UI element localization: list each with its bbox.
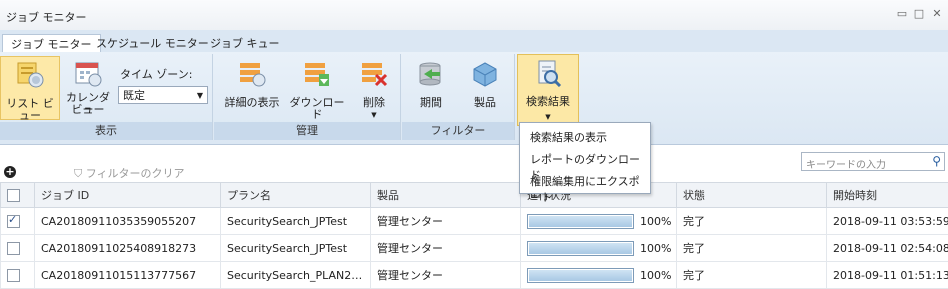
- progress-text: 100%: [640, 242, 671, 255]
- close-icon[interactable]: ✕: [931, 8, 943, 20]
- keyword-search-input[interactable]: キーワードの入力 ⚲: [801, 152, 945, 171]
- cell-status: 完了: [677, 262, 827, 289]
- cell-plan: SecuritySearch_JPTest: [221, 235, 371, 262]
- cell-job-id: CA20180911035359055207: [35, 208, 221, 235]
- show-details-label: 詳細の表示: [220, 97, 284, 109]
- product-label: 製品: [462, 97, 508, 109]
- row-checkbox-cell[interactable]: [1, 208, 35, 235]
- clear-filter-button[interactable]: ⛉ フィルターのクリア: [74, 165, 185, 181]
- download-button[interactable]: ダウンロード: [286, 56, 348, 118]
- period-icon: [416, 60, 446, 88]
- row-checkbox[interactable]: [7, 269, 20, 282]
- chevron-down-icon: ▼: [197, 87, 203, 105]
- header-select-all[interactable]: [1, 183, 35, 208]
- search-icon[interactable]: ⚲: [932, 154, 941, 168]
- column-header-job-id[interactable]: ジョブ ID: [35, 183, 221, 208]
- cell-status: 完了: [677, 235, 827, 262]
- progress-bar: [527, 214, 634, 229]
- calendar-view-button[interactable]: カレンダー ビュー: [62, 56, 114, 118]
- list-view-icon: [15, 61, 45, 89]
- filter-clear-icon: ⛉: [74, 167, 86, 180]
- clear-filter-label: フィルターのクリア: [86, 167, 185, 180]
- ribbon-group-manage: 詳細の表示 ダウンロード 削除 ▼ 管理: [214, 54, 401, 140]
- cell-status: 完了: [677, 208, 827, 235]
- delete-icon: [359, 60, 389, 88]
- cell-start-time: 2018-09-11 03:53:59: [827, 208, 948, 235]
- list-view-label: リスト ビュー: [1, 98, 59, 122]
- list-view-button[interactable]: リスト ビュー: [0, 56, 60, 120]
- table-header-row: ジョブ ID プラン名 製品 進行状況 状態 開始時刻: [1, 183, 948, 208]
- cell-plan: SecuritySearch_JPTest: [221, 208, 371, 235]
- timezone-value: 既定: [123, 89, 145, 102]
- minimize-icon[interactable]: ▭: [896, 8, 908, 20]
- download-label: ダウンロード: [286, 97, 348, 121]
- row-checkbox[interactable]: [7, 242, 20, 255]
- calendar-view-label-2: ビュー: [62, 104, 114, 116]
- cell-start-time: 2018-09-11 01:51:13: [827, 262, 948, 289]
- cell-start-time: 2018-09-11 02:54:08: [827, 235, 948, 262]
- cell-progress: 100%: [521, 262, 677, 289]
- group-label-manage: 管理: [214, 122, 400, 140]
- download-icon: [302, 60, 332, 88]
- delete-button[interactable]: 削除 ▼: [354, 56, 394, 118]
- search-results-button[interactable]: 検索結果 ▼: [517, 54, 579, 126]
- menu-item-export-permissions[interactable]: 権限編集用にエクスポート: [530, 173, 650, 205]
- delete-dropdown-icon: ▼: [354, 109, 394, 121]
- ribbon-group-filter: 期間 製品 フィルター: [402, 54, 515, 140]
- table-row[interactable]: CA20180911025408918273 SecuritySearch_JP…: [1, 235, 948, 262]
- select-all-checkbox[interactable]: [7, 189, 20, 202]
- search-placeholder: キーワードの入力: [806, 156, 886, 171]
- window-title: ジョブ モニター: [6, 9, 87, 25]
- tab-job-monitor[interactable]: ジョブ モニター: [2, 34, 101, 54]
- tab-schedule-monitor[interactable]: スケジュール モニター: [88, 34, 217, 53]
- cell-progress: 100%: [521, 235, 677, 262]
- column-header-status[interactable]: 状態: [677, 183, 827, 208]
- search-results-label: 検索結果: [518, 96, 578, 108]
- search-results-menu: 検索結果の表示 レポートのダウンロード 権限編集用にエクスポート: [519, 122, 651, 194]
- cell-product: 管理センター: [371, 235, 521, 262]
- timezone-select[interactable]: 既定 ▼: [118, 86, 208, 104]
- cell-plan: SecuritySearch_PLAN2…: [221, 262, 371, 289]
- show-details-button[interactable]: 詳細の表示: [220, 56, 284, 118]
- group-label-filter: フィルター: [402, 122, 514, 140]
- job-table: ジョブ ID プラン名 製品 進行状況 状態 開始時刻 CA2018091103…: [0, 182, 948, 289]
- tab-job-queue[interactable]: ジョブ キュー: [202, 34, 288, 53]
- group-label-display: 表示: [0, 122, 212, 140]
- product-button[interactable]: 製品: [462, 56, 508, 118]
- progress-bar: [527, 268, 634, 283]
- add-icon[interactable]: +: [4, 166, 16, 178]
- cell-job-id: CA20180911015113777567: [35, 262, 221, 289]
- progress-bar: [527, 241, 634, 256]
- progress-text: 100%: [640, 215, 671, 228]
- details-icon: [237, 60, 267, 88]
- period-label: 期間: [408, 97, 454, 109]
- cell-product: 管理センター: [371, 262, 521, 289]
- column-header-plan[interactable]: プラン名: [221, 183, 371, 208]
- table-row[interactable]: CA20180911015113777567 SecuritySearch_PL…: [1, 262, 948, 289]
- cell-product: 管理センター: [371, 208, 521, 235]
- calendar-icon: [73, 60, 103, 88]
- menu-item-show-results[interactable]: 検索結果の表示: [530, 129, 607, 145]
- period-button[interactable]: 期間: [408, 56, 454, 118]
- ribbon: リスト ビュー カレンダー ビュー タイム ゾーン: 既定 ▼ 表示: [0, 52, 948, 145]
- search-results-icon: [533, 59, 563, 87]
- cell-job-id: CA20180911025408918273: [35, 235, 221, 262]
- cell-progress: 100%: [521, 208, 677, 235]
- maximize-icon[interactable]: □: [913, 8, 925, 20]
- product-icon: [470, 60, 500, 88]
- column-header-start-time[interactable]: 開始時刻: [827, 183, 948, 208]
- window-titlebar: ジョブ モニター ▭ □ ✕: [0, 0, 948, 31]
- ribbon-group-display: リスト ビュー カレンダー ビュー タイム ゾーン: 既定 ▼ 表示: [0, 54, 213, 140]
- column-header-product[interactable]: 製品: [371, 183, 521, 208]
- row-checkbox[interactable]: [7, 215, 20, 228]
- row-checkbox-cell[interactable]: [1, 262, 35, 289]
- table-row[interactable]: CA20180911035359055207 SecuritySearch_JP…: [1, 208, 948, 235]
- tab-strip: ジョブ モニター スケジュール モニター ジョブ キュー: [0, 30, 948, 53]
- timezone-label: タイム ゾーン:: [120, 66, 192, 82]
- row-checkbox-cell[interactable]: [1, 235, 35, 262]
- progress-text: 100%: [640, 269, 671, 282]
- delete-label: 削除: [354, 97, 394, 109]
